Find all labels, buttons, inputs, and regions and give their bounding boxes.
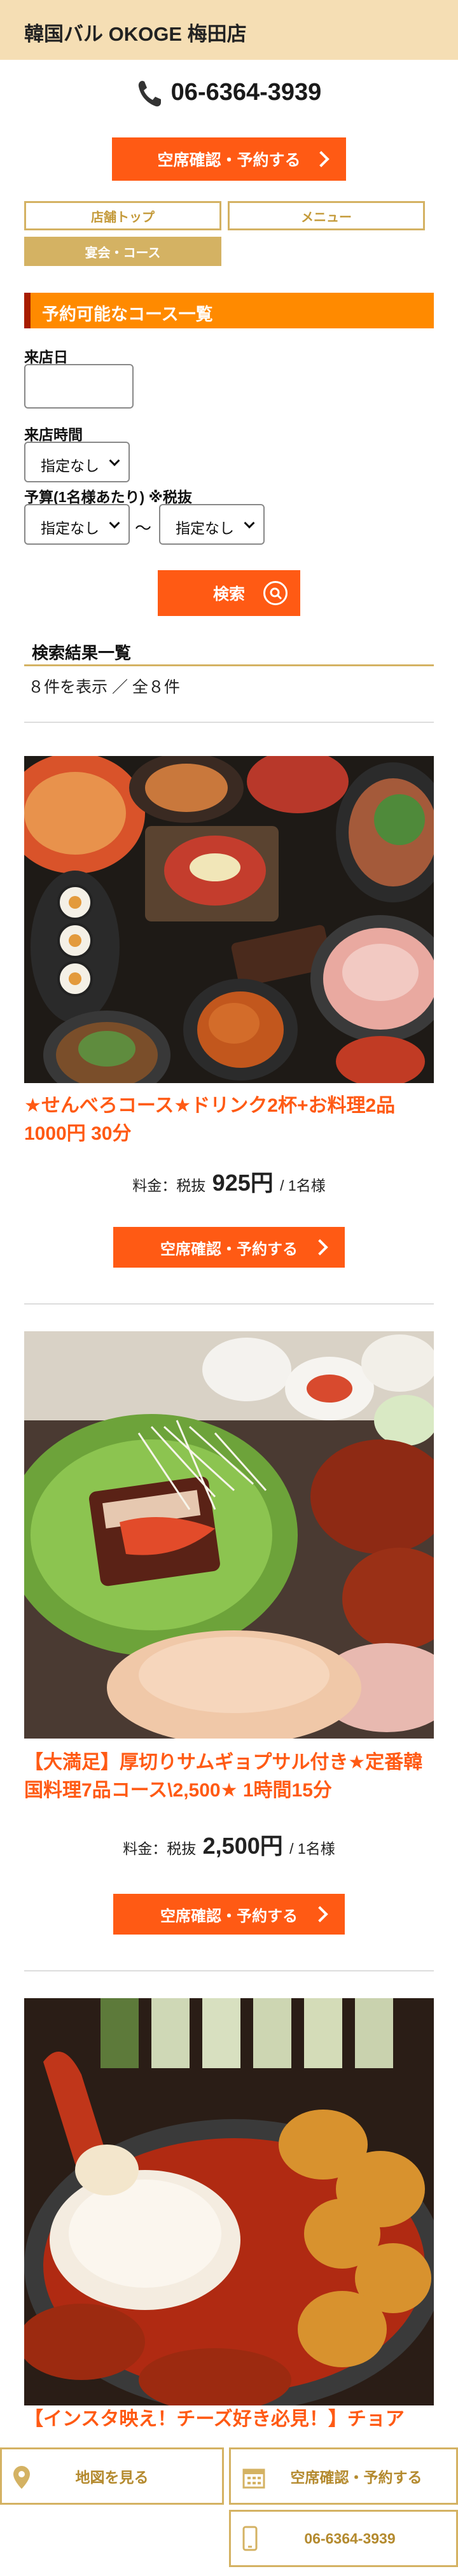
section-accent-bar [24, 293, 31, 328]
map-pin-icon [13, 2466, 30, 2489]
footer-map-label: 地図を見る [75, 2469, 149, 2486]
section-title: 予約可能なコース一覧 [42, 305, 213, 324]
results-divider [24, 664, 434, 666]
search-button-label: 検索 [212, 585, 245, 603]
budget-max-select[interactable]: 指定なし [159, 504, 265, 545]
course-title[interactable]: 【大満足】厚切りサムギョプサル付き★定番韓国料理7品コース\2,500★ 1時間… [24, 1749, 434, 1805]
price-value: 2,500円 [202, 1833, 283, 1859]
chevron-down-icon [244, 517, 255, 529]
reserve-button-label: 空席確認・予約する [160, 1240, 298, 1258]
budget-max-value: 指定なし [176, 520, 234, 536]
price-unit: / 1名様 [280, 1177, 326, 1194]
price-prefix: 料金：税抜 [123, 1840, 197, 1857]
search-icon [263, 581, 288, 605]
tab-label: 宴会・コース [85, 246, 161, 260]
budget-min-value: 指定なし [41, 520, 99, 536]
footer-phone-label: 06-6364-3939 [304, 2530, 396, 2547]
tab-label: メニュー [301, 210, 352, 225]
footer-phone-button[interactable]: 06-6364-3939 [229, 2510, 458, 2567]
chevron-down-icon [109, 455, 120, 466]
course-title[interactable]: 【インスタ映え！チーズ好き必見！】チョア [24, 2405, 434, 2433]
footer-reserve-button[interactable]: 空席確認・予約する [229, 2447, 458, 2505]
store-title: 韓国バル OKOGE 梅田店 [24, 23, 247, 45]
price-unit: / 1名様 [289, 1840, 335, 1857]
results-count: ８件を表示 ／ 全８件 [28, 678, 180, 696]
time-label: 来店時間 [24, 426, 83, 443]
phone-icon [138, 80, 161, 107]
chevron-down-icon [109, 517, 120, 529]
course-price: 料金：税抜 2,500円 / 1名様 [0, 1828, 458, 1861]
budget-min-select[interactable]: 指定なし [24, 504, 130, 545]
course-photo-2[interactable] [24, 1331, 434, 1739]
budget-separator: 〜 [135, 519, 152, 538]
divider [24, 722, 434, 723]
search-button[interactable]: 検索 [158, 570, 300, 616]
reserve-button-label: 空席確認・予約する [157, 151, 301, 169]
budget-label: 予算(1名様あたり) ※税抜 [24, 489, 192, 505]
phone-text: 06-6364-3939 [170, 79, 322, 106]
date-input[interactable] [24, 364, 134, 409]
footer-map-button[interactable]: 地図を見る [0, 2447, 224, 2505]
price-value: 925円 [212, 1170, 274, 1196]
divider [24, 1303, 434, 1305]
tab-label: 店舗トップ [91, 210, 155, 225]
reserve-button-top[interactable]: 空席確認・予約する [112, 137, 346, 181]
results-title: 検索結果一覧 [32, 643, 132, 662]
smartphone-icon [242, 2526, 258, 2551]
course-reserve-button[interactable]: 空席確認・予約する [113, 1894, 345, 1935]
calendar-icon [242, 2468, 265, 2489]
tab-menu[interactable]: メニュー [228, 201, 425, 230]
course-reserve-button[interactable]: 空席確認・予約する [113, 1227, 345, 1268]
date-label: 来店日 [24, 349, 68, 365]
tab-party-course[interactable]: 宴会・コース [24, 237, 221, 266]
course-price: 料金：税抜 925円 / 1名様 [0, 1165, 458, 1198]
tab-store-top[interactable]: 店舗トップ [24, 201, 221, 230]
reserve-button-label: 空席確認・予約する [160, 1907, 298, 1925]
course-photo-1[interactable] [24, 756, 434, 1083]
footer-reserve-label: 空席確認・予約する [290, 2469, 422, 2486]
chevron-right-icon [312, 1239, 328, 1256]
chevron-right-icon [313, 151, 330, 167]
divider [24, 1970, 434, 1971]
time-select-value: 指定なし [41, 458, 99, 474]
chevron-right-icon [312, 1906, 328, 1922]
section-heading: 予約可能なコース一覧 [24, 293, 434, 328]
time-select[interactable]: 指定なし [24, 442, 130, 482]
phone-number[interactable]: 06-6364-3939 [0, 79, 458, 108]
header: 韓国バル OKOGE 梅田店 [0, 0, 458, 60]
price-prefix: 料金：税抜 [132, 1177, 206, 1194]
course-photo-3[interactable] [24, 1998, 434, 2405]
course-title[interactable]: ★せんべろコース★ドリンク2杯+お料理2品1000円 30分 [24, 1092, 434, 1148]
